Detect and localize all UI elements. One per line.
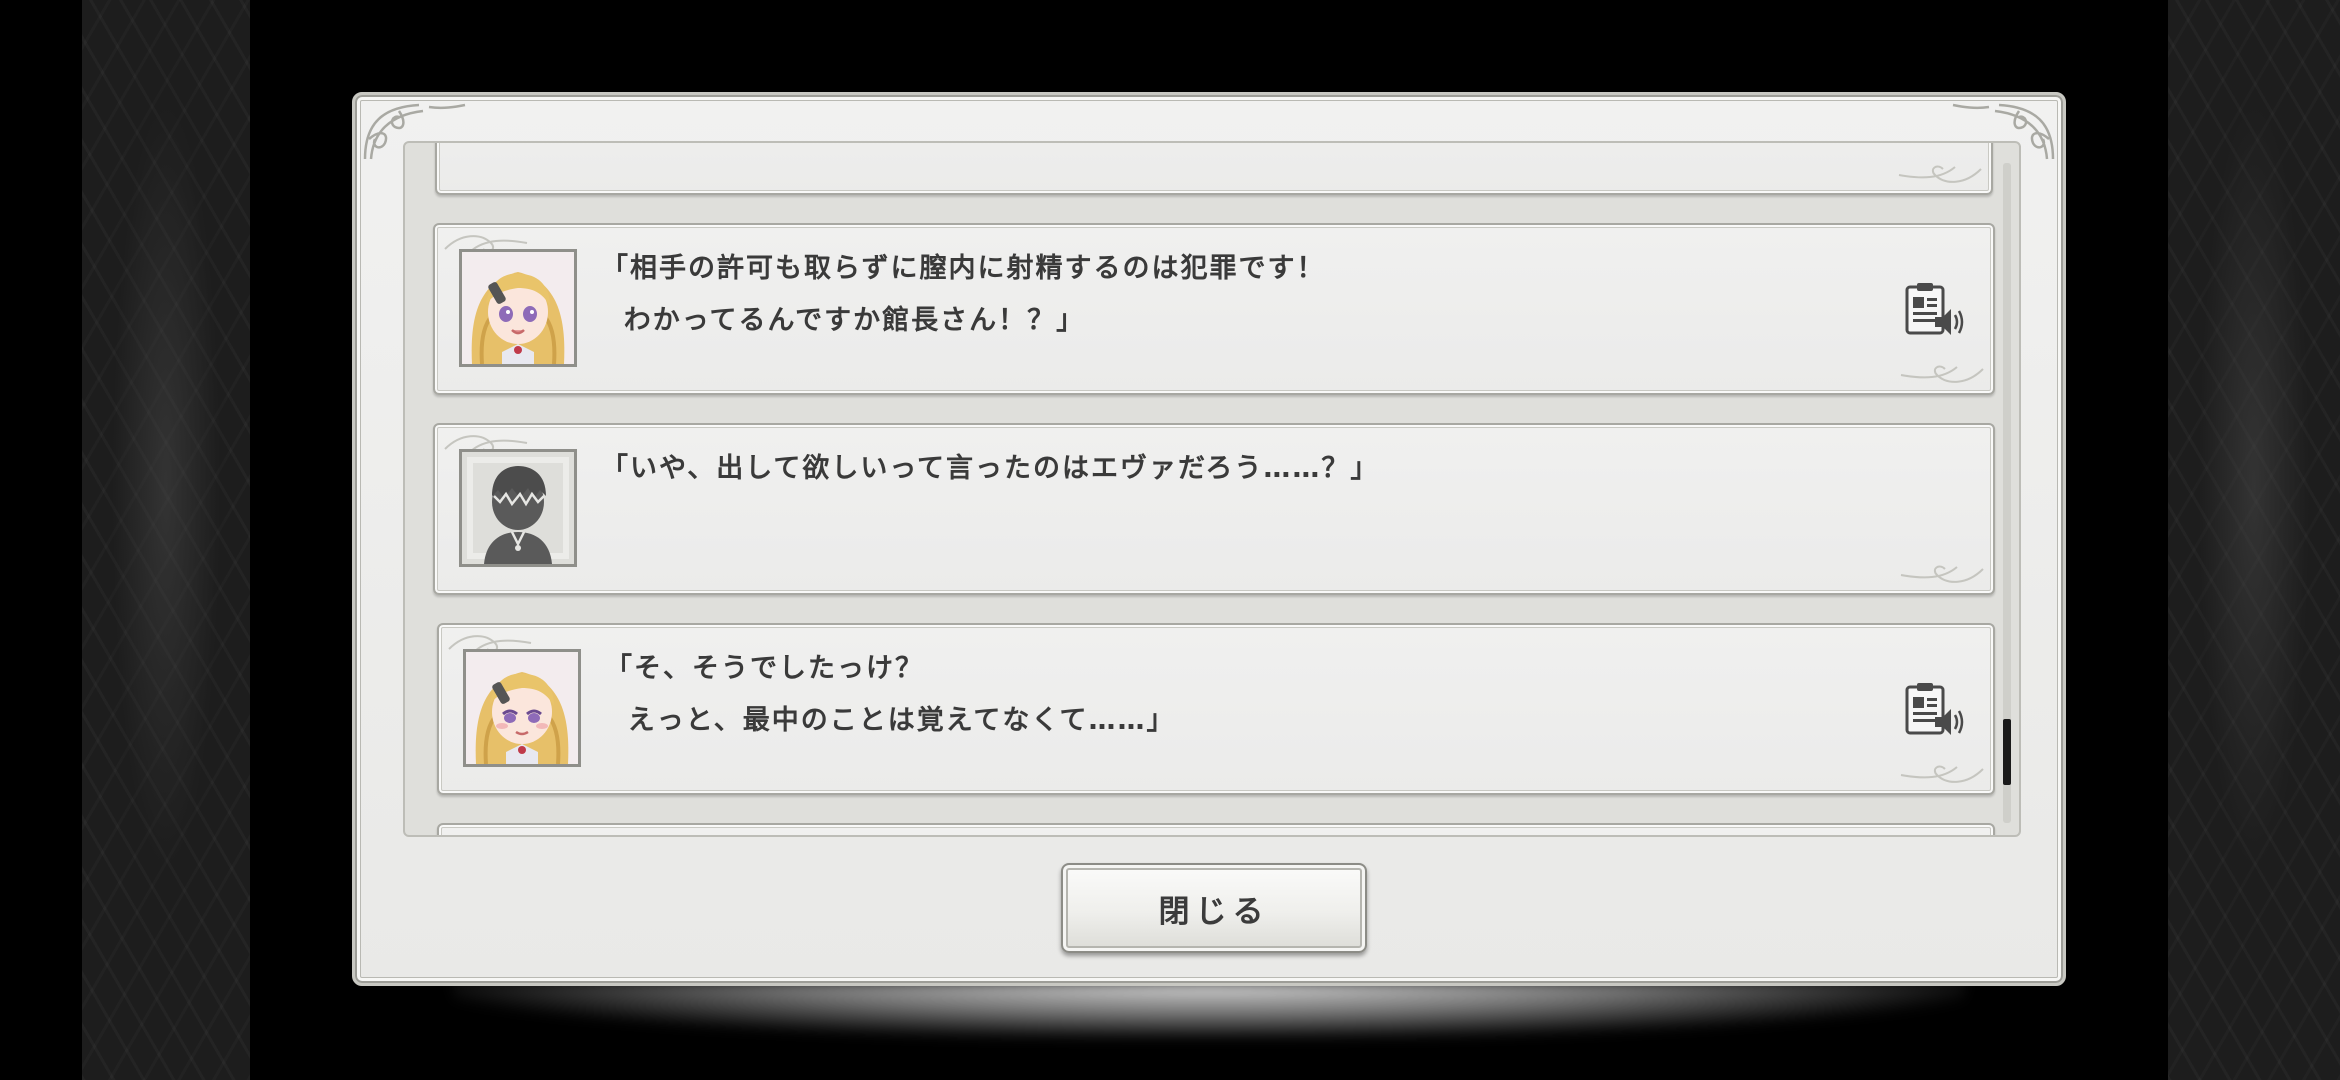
filigree-ornament-icon bbox=[445, 829, 535, 835]
dialogue-text: 「相手の許可も取らずに膣内に射精するのは犯罪です！ わかってるんですか館長さん！… bbox=[601, 243, 1801, 347]
left-decor-panel bbox=[82, 0, 250, 1080]
filigree-ornament-icon bbox=[1898, 165, 1982, 183]
dialogue-line: 「いや、出して欲しいって言ったのはエヴァだろう……？」 bbox=[601, 453, 1380, 484]
filigree-ornament-icon bbox=[1900, 565, 1984, 583]
close-button-label: 閉じる bbox=[1158, 893, 1270, 930]
scrollbar-track[interactable] bbox=[2003, 163, 2011, 823]
scrollbar-thumb[interactable] bbox=[2003, 719, 2011, 785]
dialogue-line: 「そ、そうでしたっけ？ bbox=[605, 653, 924, 684]
character-avatar bbox=[463, 649, 581, 767]
voice-replay-icon[interactable] bbox=[1903, 681, 1967, 739]
dialog-glow bbox=[452, 982, 1966, 1038]
dialogue-line: 「相手の許可も取らずに膣内に射精するのは犯罪です！ bbox=[601, 253, 1326, 284]
log-entry: 「そ、そうでしたっけ？ えっと、最中のことは覚えてなくて……」 bbox=[437, 623, 1995, 795]
dialogue-line: えっと、最中のことは覚えてなくて……」 bbox=[605, 705, 1176, 736]
filigree-ornament-icon bbox=[1900, 365, 1984, 383]
log-entry: 「相手の許可も取らずに膣内に射精するのは犯罪です！ わかってるんですか館長さん！… bbox=[433, 223, 1995, 395]
dialogue-text: 「いや、出して欲しいって言ったのはエヴァだろう……？」 bbox=[601, 443, 1801, 495]
dialogue-text: 「そ、そうでしたっけ？ えっと、最中のことは覚えてなくて……」 bbox=[605, 643, 1805, 747]
log-entry bbox=[435, 143, 1993, 195]
backlog-list[interactable]: 「相手の許可も取らずに膣内に射精するのは犯罪です！ わかってるんですか館長さん！… bbox=[405, 143, 2001, 835]
filigree-ornament-icon bbox=[1900, 765, 1984, 783]
voice-replay-icon[interactable] bbox=[1903, 281, 1967, 339]
game-screen: 「相手の許可も取らずに膣内に射精するのは犯罪です！ わかってるんですか館長さん！… bbox=[0, 0, 2340, 1080]
character-avatar-silhouette bbox=[459, 449, 577, 567]
backlog-dialog: 「相手の許可も取らずに膣内に射精するのは犯罪です！ わかってるんですか館長さん！… bbox=[352, 92, 2066, 986]
close-button[interactable]: 閉じる bbox=[1061, 863, 1367, 953]
character-avatar bbox=[459, 249, 577, 367]
backlog-list-frame: 「相手の許可も取らずに膣内に射精するのは犯罪です！ わかってるんですか館長さん！… bbox=[403, 141, 2021, 837]
log-entry bbox=[437, 823, 1995, 835]
log-entry: 「いや、出して欲しいって言ったのはエヴァだろう……？」 bbox=[433, 423, 1995, 595]
right-decor-panel bbox=[2168, 0, 2340, 1080]
dialogue-line: わかってるんですか館長さん！？」 bbox=[601, 305, 1086, 336]
